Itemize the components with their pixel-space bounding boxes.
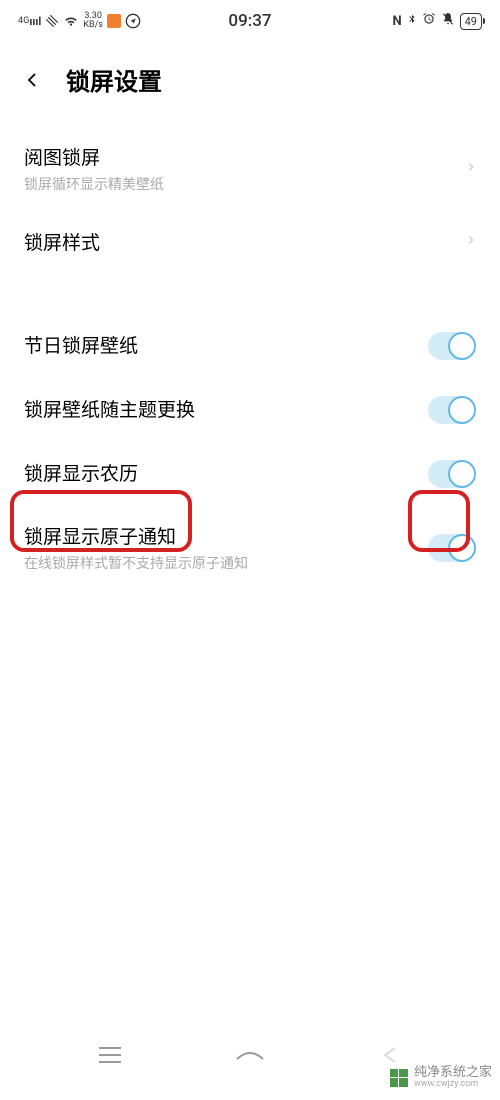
setting-subtitle: 锁屏循环显示精美壁纸	[24, 174, 466, 194]
setting-title: 阅图锁屏	[24, 145, 466, 172]
setting-title: 锁屏显示原子通知	[24, 524, 428, 551]
page-title: 锁屏设置	[66, 62, 162, 97]
app-icon	[107, 14, 121, 28]
chevron-right-icon	[466, 230, 476, 255]
vibrate-icon	[441, 12, 455, 30]
watermark: 纯净系统之家 www.cwjzy.com	[390, 1066, 492, 1090]
status-right: N 49	[392, 11, 482, 31]
setting-atom-notification: 锁屏显示原子通知 在线锁屏样式暂不支持显示原子通知	[24, 506, 476, 591]
setting-lockscreen-style[interactable]: 锁屏样式	[24, 212, 476, 275]
setting-title: 锁屏壁纸随主题更换	[24, 397, 428, 424]
setting-subtitle: 在线锁屏样式暂不支持显示原子通知	[24, 553, 428, 573]
setting-title: 锁屏样式	[24, 230, 466, 257]
nfc-icon: N	[392, 14, 401, 29]
network-icon: 4Gıııl	[18, 15, 41, 28]
page-header: 锁屏设置	[0, 42, 500, 127]
telegram-icon	[125, 13, 141, 29]
wifi-icon	[63, 14, 79, 28]
alarm-icon	[422, 12, 436, 30]
setting-lunar-calendar: 锁屏显示农历	[24, 442, 476, 506]
watermark-url: www.cwjzy.com	[414, 1080, 492, 1090]
watermark-logo-icon	[390, 1069, 408, 1087]
setting-reading-lockscreen[interactable]: 阅图锁屏 锁屏循环显示精美壁纸	[24, 127, 476, 212]
setting-wallpaper-theme: 锁屏壁纸随主题更换	[24, 378, 476, 442]
toggle-wallpaper-theme[interactable]	[428, 396, 476, 424]
nav-back-button[interactable]	[370, 1042, 410, 1068]
setting-festival-wallpaper: 节日锁屏壁纸	[24, 314, 476, 378]
nav-recent-button[interactable]	[90, 1042, 130, 1068]
bluetooth-icon	[407, 11, 417, 31]
setting-title: 锁屏显示农历	[24, 461, 428, 488]
status-left: 4Gıııl 3.30 KB/s	[18, 12, 141, 30]
sim-icon	[45, 14, 59, 28]
chevron-right-icon	[466, 157, 476, 182]
settings-list: 阅图锁屏 锁屏循环显示精美壁纸 锁屏样式 节日锁屏壁纸 锁屏壁纸随主题更换	[0, 127, 500, 591]
status-bar: 4Gıııl 3.30 KB/s 09:37 N 49	[0, 0, 500, 42]
watermark-name: 纯净系统之家	[414, 1066, 492, 1080]
back-button[interactable]	[18, 66, 46, 94]
nav-home-button[interactable]	[230, 1042, 270, 1068]
setting-title: 节日锁屏壁纸	[24, 333, 428, 360]
toggle-lunar-calendar[interactable]	[428, 460, 476, 488]
toggle-atom-notification[interactable]	[428, 534, 476, 562]
data-speed: 3.30 KB/s	[83, 12, 103, 30]
toggle-festival-wallpaper[interactable]	[428, 332, 476, 360]
battery-indicator: 49	[460, 13, 482, 30]
clock: 09:37	[228, 11, 271, 31]
